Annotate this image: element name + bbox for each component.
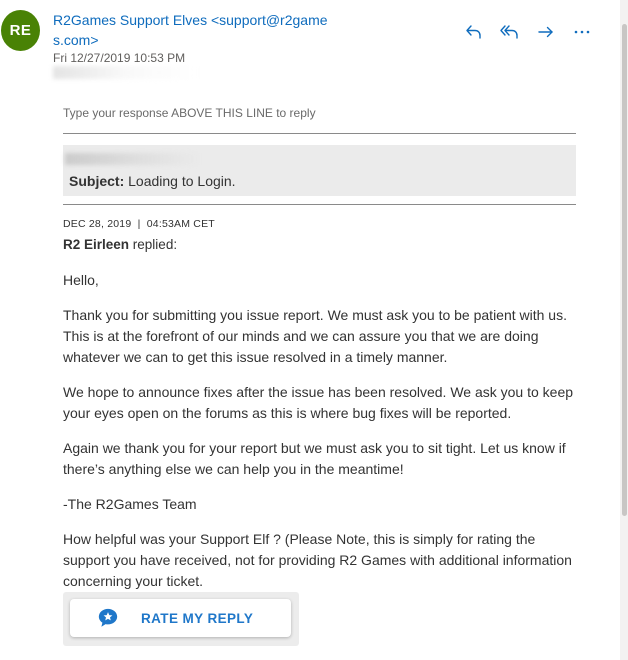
rate-button-label: RATE MY REPLY: [141, 610, 254, 626]
more-actions-button[interactable]: [564, 19, 600, 45]
replied-line: R2 Eirleen replied:: [63, 237, 177, 252]
body-paragraph: Thank you for submitting you issue repor…: [63, 307, 567, 365]
rating-prompt: How helpful was your Support Elf ? (Plea…: [63, 531, 572, 589]
sender-address[interactable]: R2Games Support Elves <support@r2games.c…: [53, 10, 338, 50]
body-paragraph: Again we thank you for your report but w…: [63, 440, 566, 477]
sent-date: Fri 12/27/2019 10:53 PM: [53, 51, 186, 65]
divider: [63, 204, 576, 205]
reply-meta-text: DEC 28, 2019 | 04:53AM CET: [63, 218, 215, 230]
scrollbar-thumb[interactable]: [622, 24, 627, 516]
reply-instruction: Type your response ABOVE THIS LINE to re…: [63, 106, 316, 120]
reply-button[interactable]: [456, 19, 492, 45]
subject-line: Subject: Loading to Login.: [69, 173, 236, 189]
star-chat-icon: [97, 607, 119, 629]
rate-my-reply-button[interactable]: RATE MY REPLY: [70, 599, 291, 637]
body-paragraph: We hope to announce fixes after the issu…: [63, 384, 574, 421]
forward-icon: [538, 26, 553, 38]
subject-value: Loading to Login.: [128, 173, 236, 189]
message-actions: [456, 19, 600, 45]
reply-icon: [466, 25, 481, 39]
redacted-recipient: [53, 66, 198, 79]
greeting: Hello,: [63, 272, 99, 288]
reply-meta: DEC 28, 2019 | 04:53AM CET: [63, 218, 215, 230]
subject-box: Subject: Loading to Login.: [63, 145, 576, 196]
rate-reply-container: RATE MY REPLY: [63, 592, 299, 646]
divider: [63, 133, 576, 134]
avatar[interactable]: RE: [1, 10, 40, 51]
replied-text: replied:: [132, 237, 178, 252]
more-icon: [574, 30, 590, 34]
redacted-ticket-info: [65, 153, 200, 165]
subject-label: Subject:: [69, 173, 125, 189]
email-reading-pane: RE R2Games Support Elves <support@r2game…: [0, 0, 628, 660]
forward-button[interactable]: [528, 19, 564, 45]
signature: -The R2Games Team: [63, 496, 197, 512]
agent-name: R2 Eirleen: [63, 237, 130, 252]
reply-all-icon: [500, 25, 518, 39]
reply-all-button[interactable]: [492, 19, 528, 45]
scrollbar[interactable]: [620, 0, 628, 660]
